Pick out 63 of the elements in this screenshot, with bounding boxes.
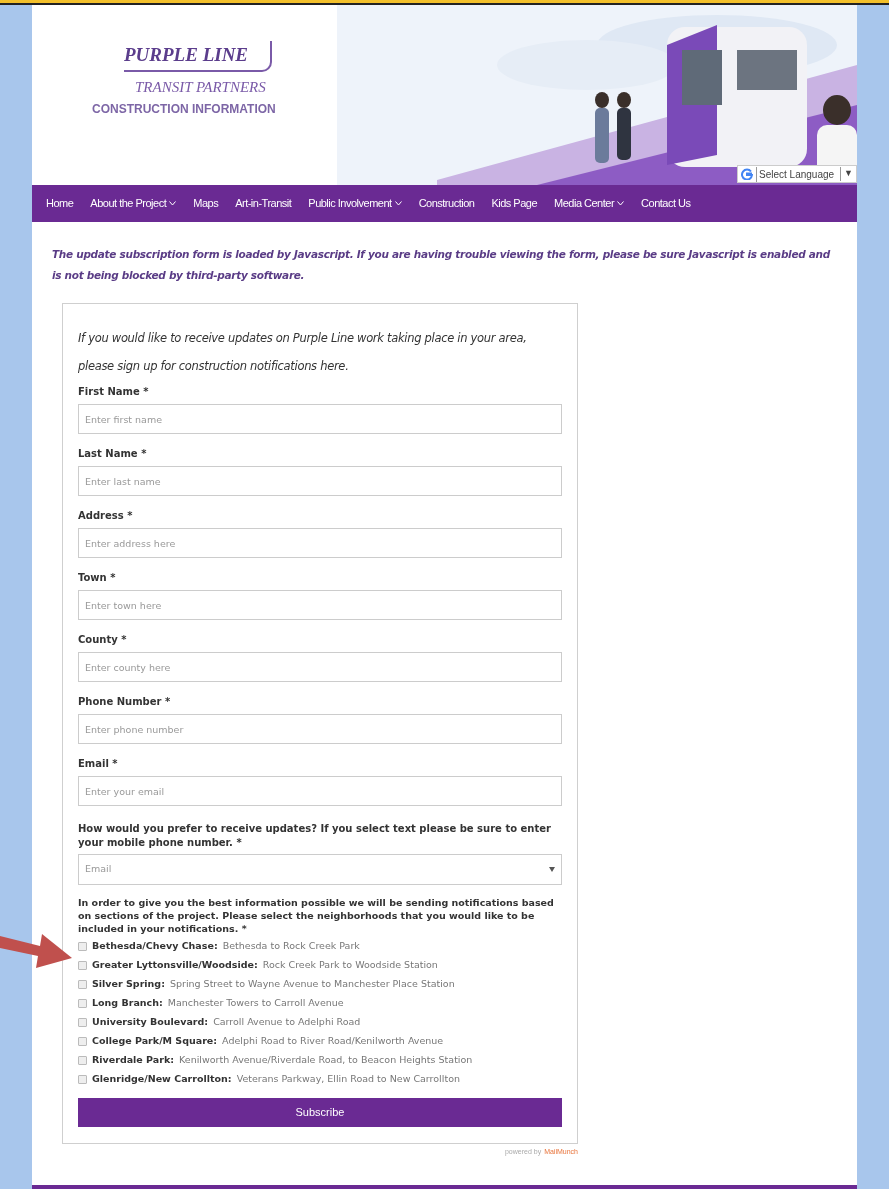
input-field[interactable]: Enter address here: [78, 528, 562, 558]
neighborhood-description: Kenilworth Avenue/Riverdale Road, to Beacon Heights Station: [179, 1052, 473, 1067]
checkbox[interactable]: [78, 1036, 87, 1046]
neighborhoods-label: In order to give you the best information possible we will be sending notifications based on sections of the project. Please select the neighborhoods that you would like to be included in your notifications. *: [78, 896, 555, 935]
field-label: Email *: [78, 757, 119, 771]
input-field[interactable]: Enter town here: [78, 590, 562, 620]
neighborhood-name: College Park/M Square:: [92, 1033, 218, 1048]
google-icon: [741, 168, 753, 180]
checkbox[interactable]: [78, 960, 87, 970]
neighborhood-name: University Boulevard:: [92, 1014, 209, 1029]
logo-title: PURPLE LINE: [124, 41, 273, 72]
tagline: CONSTRUCTION INFORMATION: [92, 101, 276, 118]
checkbox[interactable]: [78, 1055, 87, 1065]
logo-subtitle: TRANSIT PARTNERS: [135, 77, 266, 97]
neighborhood-description: Spring Street to Wayne Avenue to Manchester Place Station: [169, 976, 455, 991]
neighborhood-name: Glenridge/New Carrollton:: [92, 1071, 232, 1086]
field-label: Last Name *: [78, 447, 148, 461]
select-value: Email: [85, 862, 112, 877]
neighborhood-description: Bethesda to Rock Creek Park: [222, 938, 360, 953]
nav-link[interactable]: About the Project: [90, 195, 177, 212]
checkbox[interactable]: [78, 1074, 87, 1084]
input-field[interactable]: Enter phone number: [78, 714, 562, 744]
input-field[interactable]: Enter your email: [78, 776, 562, 806]
neighborhood-description: Manchester Towers to Carroll Avenue: [167, 995, 344, 1010]
input-field[interactable]: Enter county here: [78, 652, 562, 682]
field-label: Town *: [78, 571, 117, 585]
field-label: Address *: [78, 509, 134, 523]
neighborhood-name: Greater Lyttonsville/Woodside:: [92, 957, 258, 972]
neighborhood-description: Rock Creek Park to Woodside Station: [262, 957, 438, 972]
caret-icon: [549, 867, 555, 872]
notice-text: The update subscription form is loaded by Javascript. If you are having trouble viewing the form, please be sure Javascript is enabled and is not being blocked by third-party software.: [52, 247, 832, 283]
form-intro: If you would like to receive updates on Purple Line work taking place in your area, please sign up for construction notifications here.: [78, 330, 528, 375]
checkbox[interactable]: [78, 1017, 87, 1027]
neighborhood-name: Long Branch:: [92, 995, 163, 1010]
chevron-icon: [617, 201, 625, 206]
field-label: Phone Number *: [78, 695, 172, 709]
checkbox[interactable]: [78, 998, 87, 1008]
neighborhood-name: Riverdale Park:: [92, 1052, 175, 1067]
neighborhood-name: Silver Spring:: [92, 976, 165, 991]
input-field[interactable]: Enter first name: [78, 404, 562, 434]
preference-label: How would you prefer to receive updates? If you select text please be sure to enter your mobile phone number. *: [78, 822, 552, 850]
nav-link[interactable]: Public Involvement: [308, 195, 402, 212]
nav-link[interactable]: Media Center: [554, 195, 625, 212]
checkbox[interactable]: [78, 979, 87, 989]
input-field[interactable]: Enter last name: [78, 466, 562, 496]
nav-link[interactable]: Construction: [418, 195, 475, 212]
chevron-icon: [394, 201, 402, 206]
language-label: Select Language: [756, 166, 838, 182]
nav-link[interactable]: Kids Page: [491, 195, 538, 212]
language-selector[interactable]: Select Language ▼: [737, 165, 857, 183]
field-label: County *: [78, 633, 128, 647]
nav-link[interactable]: Contact Us: [641, 195, 691, 212]
field-label: First Name *: [78, 385, 150, 399]
neighborhood-description: Adelphi Road to River Road/Kenilworth Avenue: [222, 1033, 444, 1048]
neighborhood-description: Carroll Avenue to Adelphi Road: [213, 1014, 361, 1029]
nav-link[interactable]: Art-in-Transit: [235, 195, 292, 212]
checkbox[interactable]: [78, 941, 87, 951]
chevron-icon: [169, 201, 177, 206]
neighborhood-description: Veterans Parkway, Ellin Road to New Carrollton: [236, 1071, 460, 1086]
nav-link[interactable]: Home: [46, 195, 74, 212]
subscribe-button[interactable]: Subscribe: [78, 1098, 562, 1127]
nav-link[interactable]: Maps: [193, 195, 219, 212]
neighborhood-name: Bethesda/Chevy Chase:: [92, 938, 218, 953]
